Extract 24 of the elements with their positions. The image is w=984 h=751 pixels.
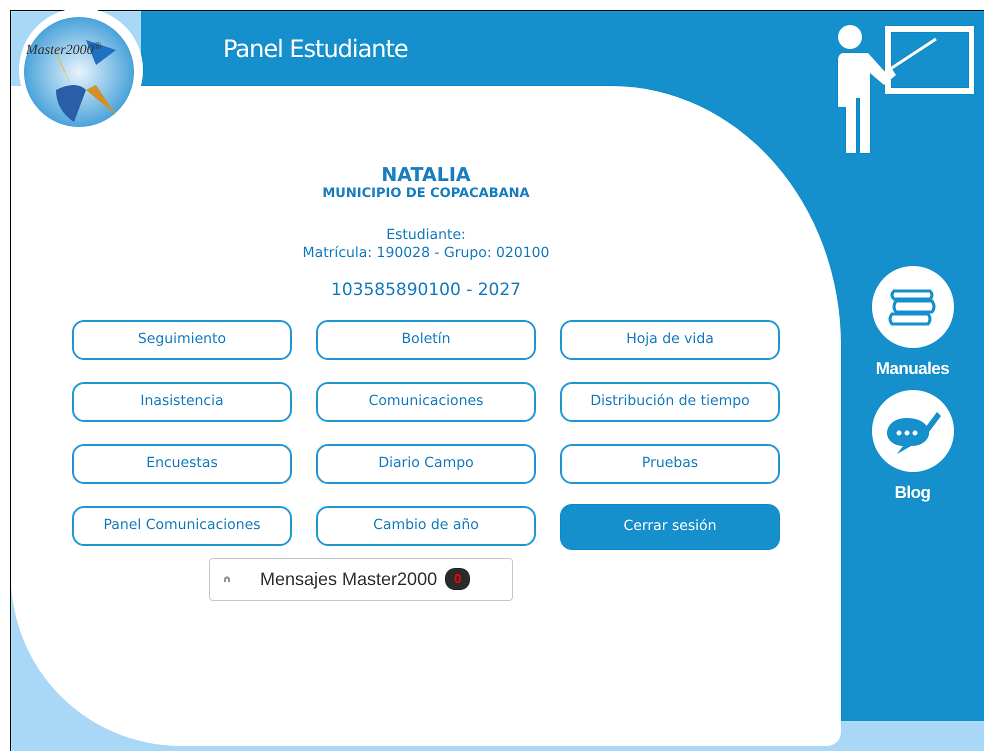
messages-button[interactable]: Mensajes Master2000 0 [209,558,513,600]
student-name: NATALIA [381,164,471,186]
menu-button[interactable]: Diario Campo [316,444,536,484]
page-title: Panel Estudiante [223,34,408,64]
id-text: 103585890100 - 2027 [331,279,521,302]
menu-button[interactable]: Hoja de vida [560,320,780,360]
menu-button[interactable]: Comunicaciones [316,382,536,422]
role-text: Estudiante: [386,226,466,244]
small-icon [224,576,230,582]
menu-button[interactable]: Encuestas [72,444,292,484]
menu-button[interactable]: Inasistencia [72,382,292,422]
menu-button[interactable]: Cambio de año [316,506,536,546]
menu-button[interactable]: Boletín [316,320,536,360]
side-link-label[interactable]: Blog [894,480,930,505]
count-badge: 0 [445,568,470,590]
enrollment-text: Matrícula: 190028 - Grupo: 020100 [302,244,550,262]
menu-button[interactable]: Distribución de tiempo [560,382,780,422]
menu-button[interactable]: Seguimiento [72,320,292,360]
side-link-label[interactable]: Manuales [876,356,950,382]
municipality-text: MUNICIPIO DE COPACABANA [322,186,530,202]
logout-button[interactable]: Cerrar sesión [560,504,780,550]
books-icon [888,287,938,327]
menu-button[interactable]: Panel Comunicaciones [72,506,292,546]
menu-button[interactable]: Pruebas [560,444,780,484]
